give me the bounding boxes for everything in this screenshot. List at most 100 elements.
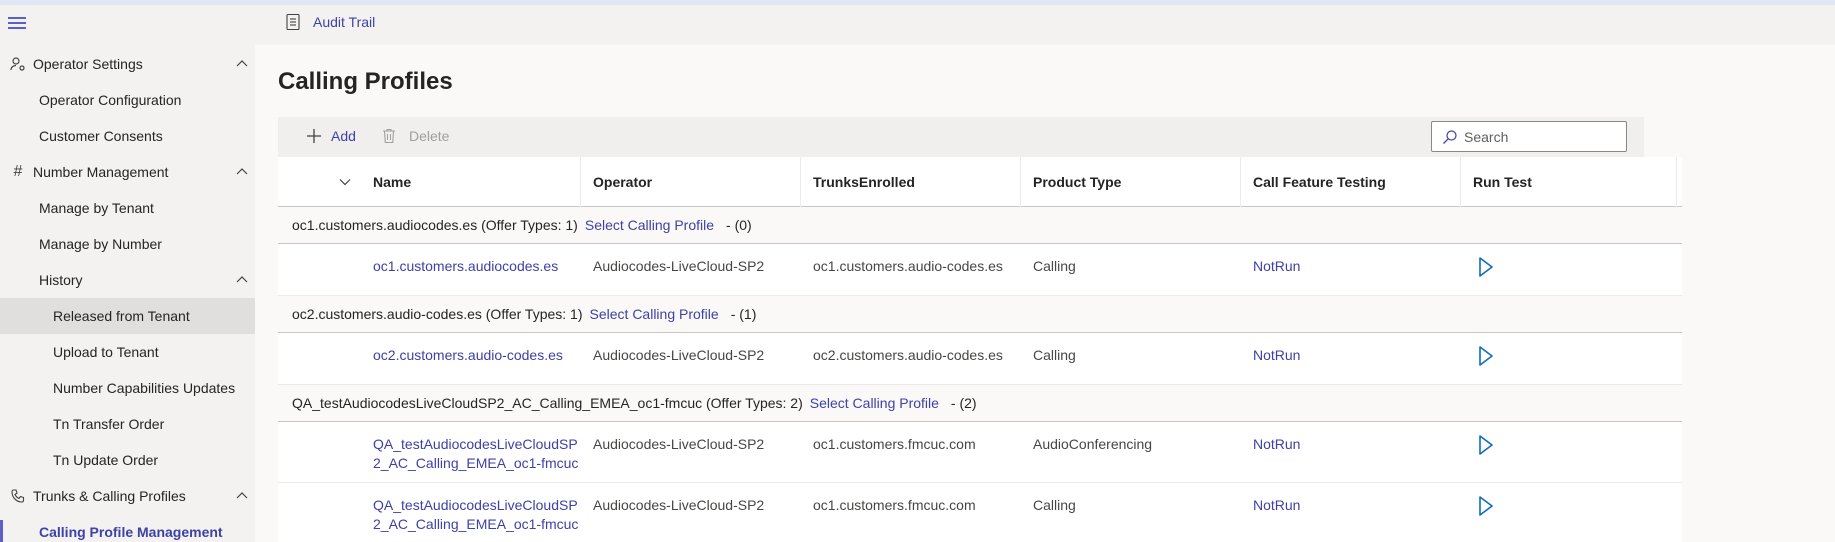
sidebar-item-label: Customer Consents — [39, 128, 163, 144]
column-header-name[interactable]: Name — [361, 157, 581, 207]
play-icon[interactable] — [1478, 495, 1494, 517]
chevron-up-icon[interactable] — [235, 273, 249, 287]
sidebar-item-operator-configuration[interactable]: Operator Configuration — [0, 82, 255, 118]
hamburger-menu-icon[interactable] — [8, 17, 26, 31]
column-header-run-test[interactable]: Run Test — [1461, 157, 1677, 207]
sidebar-section-history[interactable]: History — [0, 262, 255, 298]
person-settings-icon — [9, 55, 27, 73]
sidebar-item-label: Tn Update Order — [53, 452, 159, 468]
search-icon — [1443, 129, 1457, 144]
plus-icon — [307, 129, 321, 143]
add-button[interactable]: Add — [306, 128, 356, 144]
sidebar-item-label: Released from Tenant — [53, 308, 190, 324]
column-header-product-type[interactable]: Product Type — [1021, 157, 1241, 207]
trash-icon — [383, 128, 395, 144]
operator-cell: Audiocodes-LiveCloud-SP2 — [593, 347, 765, 363]
group-header: oc2.customers.audio-codes.es (Offer Type… — [278, 296, 1682, 333]
select-calling-profile-link[interactable]: Select Calling Profile — [590, 306, 719, 322]
group-header: oc1.customers.audiocodes.es (Offer Types… — [278, 207, 1682, 244]
page-title: Calling Profiles — [278, 68, 453, 95]
delete-button[interactable]: Delete — [382, 128, 449, 144]
group-header: QA_testAudiocodesLiveCloudSP2_AC_Calling… — [278, 385, 1682, 422]
sidebar-item-label: Trunks & Calling Profiles — [33, 488, 186, 504]
group-count: - (0) — [726, 217, 752, 233]
call-feature-testing-link[interactable]: NotRun — [1241, 346, 1300, 365]
call-feature-testing-link[interactable]: NotRun — [1241, 435, 1300, 454]
trunks-cell: oc1.customers.audio-codes.es — [813, 258, 1003, 274]
sidebar-item-number-capabilities-updates[interactable]: Number Capabilities Updates — [0, 370, 255, 406]
hashtag-icon: # — [13, 163, 23, 180]
header-bar — [255, 5, 1835, 45]
play-icon[interactable] — [1478, 345, 1494, 367]
product-type-cell: Calling — [1033, 347, 1076, 363]
product-type-cell: Calling — [1033, 258, 1076, 274]
column-header-operator[interactable]: Operator — [581, 157, 801, 207]
trunks-cell: oc1.customers.fmcuc.com — [813, 436, 976, 452]
select-calling-profile-link[interactable]: Select Calling Profile — [810, 395, 939, 411]
sidebar-item-released-from-tenant[interactable]: Released from Tenant — [0, 298, 255, 334]
column-header-trunks-enrolled[interactable]: TrunksEnrolled — [801, 157, 1021, 207]
profile-name-link[interactable]: QA_testAudiocodesLiveCloudSP2_AC_Calling… — [361, 435, 581, 473]
operator-cell: Audiocodes-LiveCloud-SP2 — [593, 497, 765, 513]
audit-trail-link[interactable]: Audit Trail — [285, 13, 375, 31]
profile-name-link[interactable]: QA_testAudiocodesLiveCloudSP2_AC_Calling… — [361, 496, 581, 534]
call-feature-testing-link[interactable]: NotRun — [1241, 257, 1300, 276]
table-row[interactable]: QA_testAudiocodesLiveCloudSP2_AC_Calling… — [278, 422, 1682, 483]
table-header: Name Operator TrunksEnrolled Product Typ… — [278, 157, 1682, 207]
play-icon[interactable] — [1478, 434, 1494, 456]
call-feature-testing-link[interactable]: NotRun — [1241, 496, 1300, 515]
add-label: Add — [331, 128, 356, 144]
profile-name-link[interactable]: oc2.customers.audio-codes.es — [361, 346, 581, 365]
sidebar-section-trunks-calling-profiles[interactable]: Trunks & Calling Profiles — [0, 478, 255, 514]
phone-icon — [9, 487, 27, 505]
chevron-down-icon — [339, 179, 351, 186]
product-type-cell: AudioConferencing — [1033, 436, 1153, 452]
sidebar-item-label: Calling Profile Management — [39, 524, 223, 540]
sidebar-item-customer-consents[interactable]: Customer Consents — [0, 118, 255, 154]
table-row[interactable]: oc2.customers.audio-codes.es Audiocodes-… — [278, 333, 1682, 385]
sidebar-item-label: Manage by Number — [39, 236, 162, 252]
calling-profiles-table: Name Operator TrunksEnrolled Product Typ… — [278, 157, 1682, 542]
product-type-cell: Calling — [1033, 497, 1076, 513]
group-title: oc1.customers.audiocodes.es (Offer Types… — [292, 217, 578, 233]
chevron-up-icon[interactable] — [235, 57, 249, 71]
delete-label: Delete — [409, 128, 450, 144]
group-title: oc2.customers.audio-codes.es (Offer Type… — [292, 306, 583, 322]
sidebar-item-upload-to-tenant[interactable]: Upload to Tenant — [0, 334, 255, 370]
group-count: - (1) — [730, 306, 757, 322]
sidebar-item-label: Number Management — [33, 164, 169, 180]
sidebar-item-manage-by-number[interactable]: Manage by Number — [0, 226, 255, 262]
sidebar-section-number-management[interactable]: # Number Management — [0, 154, 255, 190]
sidebar-item-label: Operator Settings — [33, 56, 143, 72]
sidebar-item-label: Number Capabilities Updates — [53, 380, 236, 396]
group-title: QA_testAudiocodesLiveCloudSP2_AC_Calling… — [292, 395, 803, 411]
table-row[interactable]: oc1.customers.audiocodes.es Audiocodes-L… — [278, 244, 1682, 296]
chevron-up-icon[interactable] — [235, 489, 249, 503]
search-input[interactable] — [1464, 128, 1614, 145]
group-count: - (2) — [950, 395, 977, 411]
sidebar-item-label: Operator Configuration — [39, 92, 182, 108]
sidebar-item-manage-by-tenant[interactable]: Manage by Tenant — [0, 190, 255, 226]
operator-cell: Audiocodes-LiveCloud-SP2 — [593, 436, 765, 452]
operator-cell: Audiocodes-LiveCloud-SP2 — [593, 258, 765, 274]
document-list-icon — [286, 13, 300, 31]
trunks-cell: oc1.customers.fmcuc.com — [813, 497, 976, 513]
audit-trail-label: Audit Trail — [313, 14, 376, 30]
profile-name-link[interactable]: oc1.customers.audiocodes.es — [361, 257, 581, 276]
sidebar: Operator Settings Operator Configuration… — [0, 5, 255, 542]
sidebar-item-label: Upload to Tenant — [53, 344, 159, 360]
search-box[interactable] — [1431, 121, 1627, 152]
play-icon[interactable] — [1478, 256, 1494, 278]
sidebar-item-tn-transfer-order[interactable]: Tn Transfer Order — [0, 406, 255, 442]
select-calling-profile-link[interactable]: Select Calling Profile — [585, 217, 714, 233]
table-row[interactable]: QA_testAudiocodesLiveCloudSP2_AC_Calling… — [278, 483, 1682, 542]
sidebar-item-tn-update-order[interactable]: Tn Update Order — [0, 442, 255, 478]
sidebar-section-operator-settings[interactable]: Operator Settings — [0, 46, 255, 82]
sidebar-item-label: Tn Transfer Order — [53, 416, 165, 432]
trunks-cell: oc2.customers.audio-codes.es — [813, 347, 1003, 363]
column-header-call-feature-testing[interactable]: Call Feature Testing — [1241, 157, 1461, 207]
sidebar-item-label: Manage by Tenant — [39, 200, 154, 216]
sidebar-item-calling-profile-management[interactable]: Calling Profile Management — [0, 514, 255, 542]
sidebar-item-label: History — [39, 272, 83, 288]
chevron-up-icon[interactable] — [235, 165, 249, 179]
